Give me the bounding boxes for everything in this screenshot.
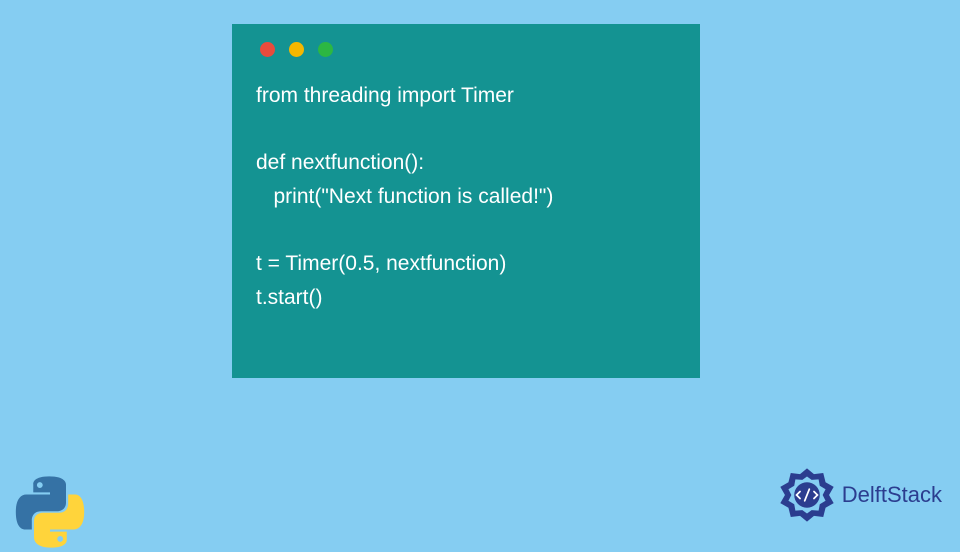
python-icon (10, 472, 90, 552)
minimize-dot-icon (289, 42, 304, 57)
delftstack-logo-icon (778, 466, 836, 524)
code-block: from threading import Timer def nextfunc… (256, 79, 676, 314)
close-dot-icon (260, 42, 275, 57)
code-line: t = Timer(0.5, nextfunction) (256, 252, 506, 275)
code-line: def nextfunction(): (256, 151, 424, 174)
code-line: t.start() (256, 286, 323, 309)
window-controls (260, 42, 676, 57)
code-window: from threading import Timer def nextfunc… (232, 24, 700, 378)
code-line: print("Next function is called!") (256, 185, 553, 208)
delftstack-brand: DelftStack (778, 466, 942, 524)
maximize-dot-icon (318, 42, 333, 57)
delftstack-label: DelftStack (842, 482, 942, 508)
code-line: from threading import Timer (256, 84, 514, 107)
